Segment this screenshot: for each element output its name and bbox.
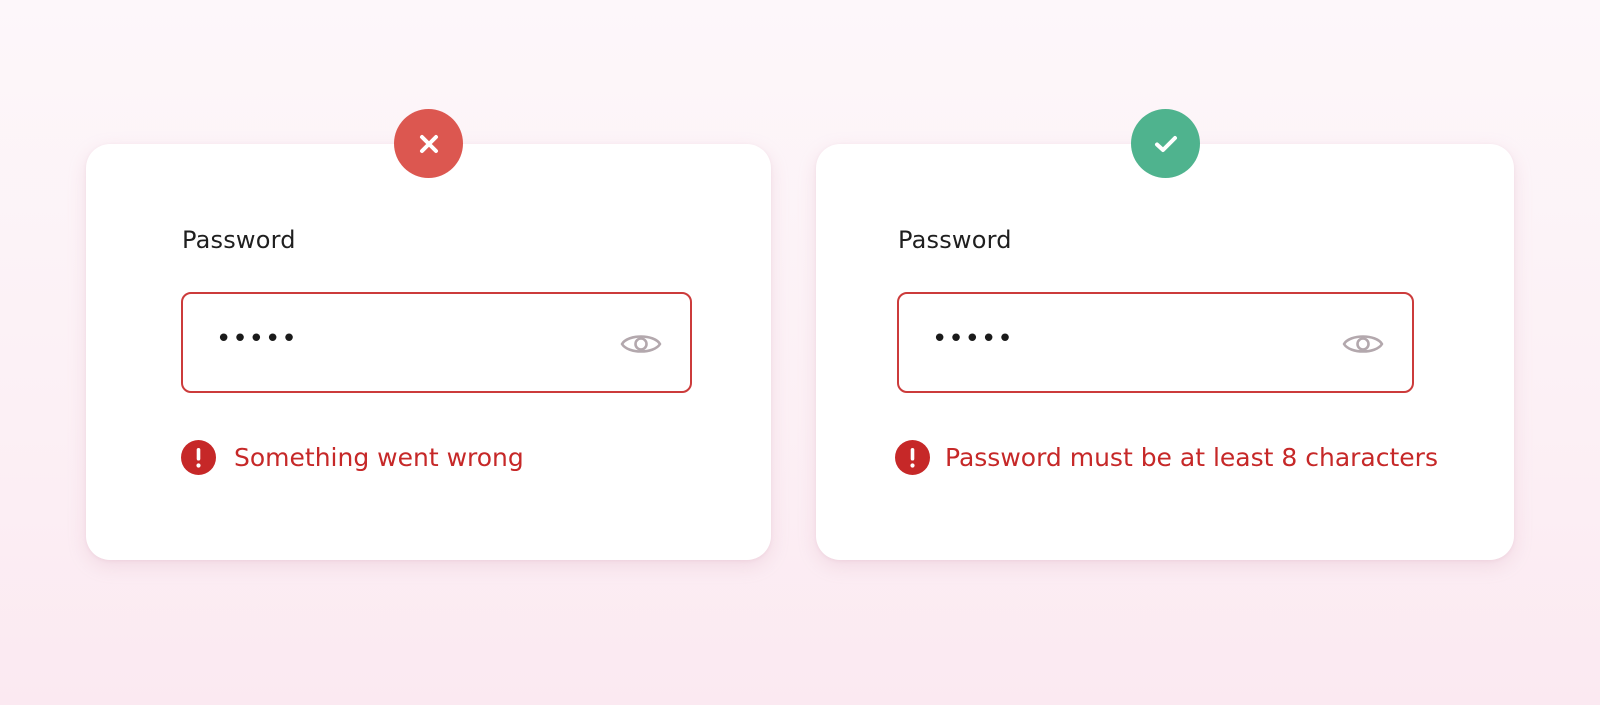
password-card-correct: Password ••••• Password must be at least… <box>816 109 1514 560</box>
password-label: Password <box>898 226 1012 254</box>
check-icon <box>1131 109 1200 178</box>
error-message-row: Something went wrong <box>181 440 524 475</box>
eye-icon[interactable] <box>620 330 662 358</box>
error-message-row: Password must be at least 8 characters <box>895 440 1438 475</box>
password-label: Password <box>182 226 296 254</box>
x-icon <box>394 109 463 178</box>
eye-icon[interactable] <box>1342 330 1384 358</box>
password-card-incorrect: Password ••••• Something went wrong <box>86 109 771 560</box>
exclamation-icon <box>181 440 216 475</box>
password-input[interactable]: ••••• <box>897 292 1414 393</box>
password-input-value: ••••• <box>932 324 1014 354</box>
error-message: Something went wrong <box>234 443 524 472</box>
error-message: Password must be at least 8 characters <box>945 443 1438 472</box>
password-input[interactable]: ••••• <box>181 292 692 393</box>
password-input-value: ••••• <box>216 324 298 354</box>
exclamation-icon <box>895 440 930 475</box>
